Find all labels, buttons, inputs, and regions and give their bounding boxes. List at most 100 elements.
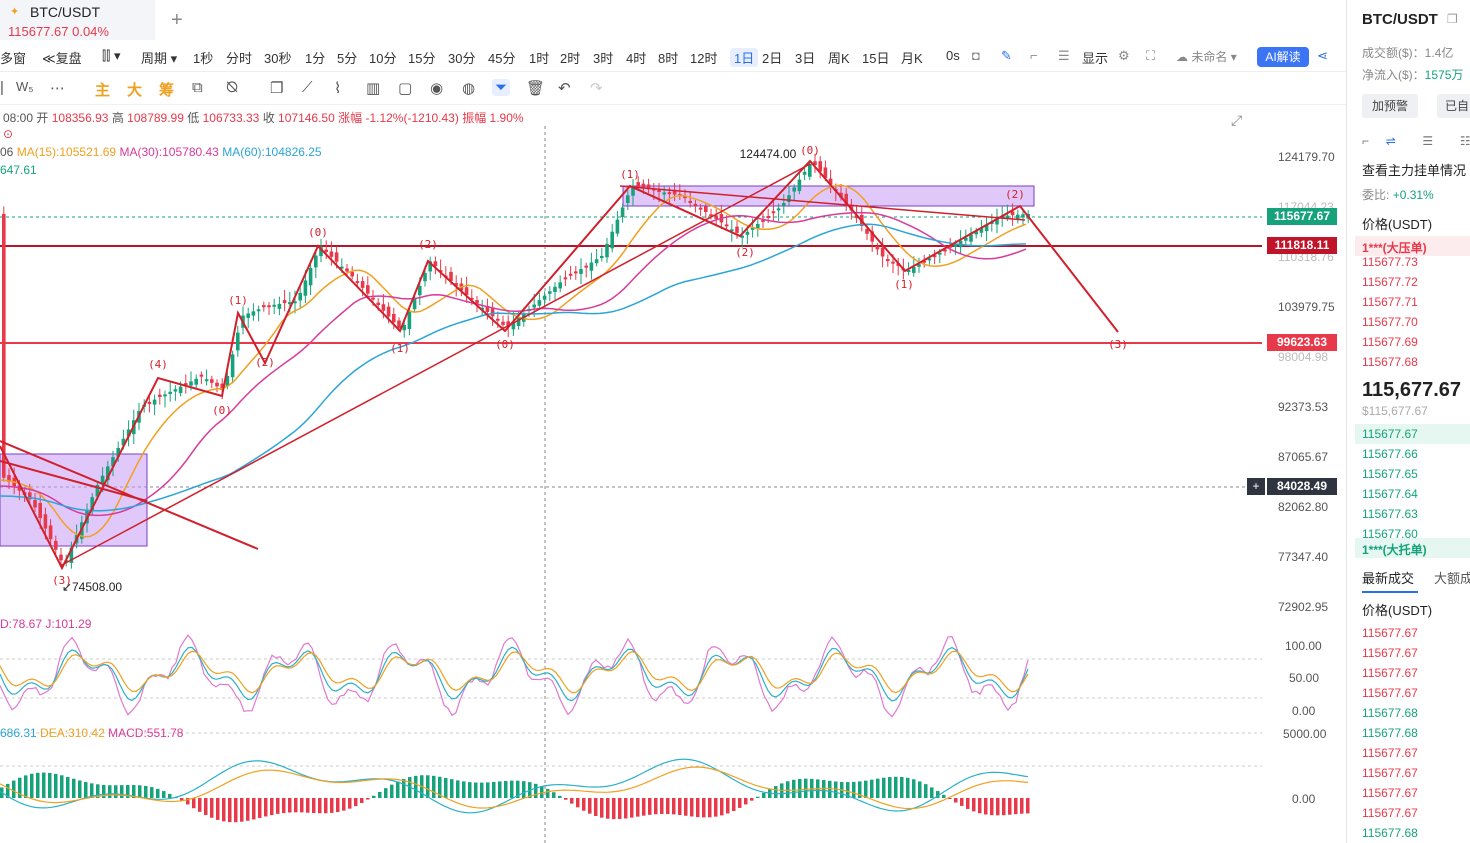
candle-body bbox=[381, 304, 386, 311]
interval-30秒[interactable]: 30秒 bbox=[264, 48, 291, 67]
add-alert-button[interactable]: 加预警 bbox=[1362, 94, 1418, 118]
lock-icon[interactable]: ▢ bbox=[398, 79, 412, 97]
big-trades-tab[interactable]: 大额成 bbox=[1434, 568, 1470, 587]
redo-icon[interactable]: ↷ bbox=[590, 79, 603, 97]
list-mode-icon[interactable]: ☰ bbox=[1422, 134, 1433, 148]
share-icon[interactable]: ⋖ bbox=[1317, 48, 1328, 64]
ask-row[interactable]: 115677.72 bbox=[1362, 275, 1418, 289]
crop-icon[interactable]: ⌐ bbox=[1030, 48, 1038, 63]
candle-body bbox=[2, 213, 6, 478]
measure-icon[interactable]: ⦰ bbox=[226, 79, 238, 96]
grid-mode-icon[interactable]: ☷ bbox=[1460, 134, 1470, 148]
wave-tool-icon[interactable]: W₅ bbox=[16, 79, 34, 94]
eye-icon[interactable]: ◉ bbox=[430, 79, 443, 97]
ai-analysis-button[interactable]: AI解读 bbox=[1257, 47, 1309, 67]
macd-bar bbox=[1002, 798, 1006, 816]
macd-bar bbox=[264, 798, 268, 817]
replay-button[interactable]: ≪复盘 bbox=[42, 48, 82, 67]
done-button[interactable]: 已自 bbox=[1437, 94, 1470, 118]
line-tool-icon[interactable]: ⟋ bbox=[302, 79, 313, 96]
fullscreen-icon[interactable]: ⛶ bbox=[1146, 48, 1155, 64]
ratio-tool-icon[interactable]: ⧉ bbox=[192, 79, 203, 96]
interval-3时[interactable]: 3时 bbox=[593, 48, 613, 67]
interval-月K[interactable]: 月K bbox=[901, 48, 923, 67]
chart-area[interactable]: (3) (4) (0) (1) (2) (0) (1) (2) (0) (1) (2) (0) (1) (… bbox=[0, 106, 1346, 843]
more-icon[interactable]: ⋯ bbox=[50, 79, 65, 97]
interval-1分[interactable]: 1分 bbox=[305, 48, 325, 67]
interval-1时[interactable]: 1时 bbox=[529, 48, 549, 67]
refresh-interval[interactable]: 0s bbox=[946, 48, 960, 63]
interval-4时[interactable]: 4时 bbox=[626, 48, 646, 67]
bid-row[interactable]: 115677.66 bbox=[1362, 447, 1418, 461]
candle-body bbox=[568, 273, 573, 276]
settings-icon[interactable]: ⚙ bbox=[1118, 48, 1130, 64]
macd-bar bbox=[66, 776, 70, 798]
magnet-icon[interactable]: ◍ bbox=[462, 79, 475, 97]
bid-row[interactable]: 115677.67 bbox=[1362, 427, 1418, 441]
camera-icon[interactable]: ◘ bbox=[972, 48, 980, 63]
period-dropdown[interactable]: 周期 ▾ bbox=[141, 48, 177, 67]
ask-row[interactable]: 115677.73 bbox=[1362, 255, 1418, 269]
copy-icon[interactable]: ❐ bbox=[270, 79, 283, 97]
candle-body bbox=[969, 234, 973, 242]
expand-icon[interactable]: ⤢ bbox=[1231, 112, 1242, 129]
interval-2日[interactable]: 2日 bbox=[762, 48, 782, 67]
multi-window-button[interactable]: 多窗 bbox=[0, 48, 26, 67]
star-icon[interactable]: ✦ bbox=[10, 5, 19, 18]
interval-30分[interactable]: 30分 bbox=[448, 48, 475, 67]
add-tab-button[interactable]: + bbox=[171, 9, 183, 32]
ask-row[interactable]: 115677.71 bbox=[1362, 295, 1418, 309]
macd-bar bbox=[378, 791, 382, 798]
interval-5分[interactable]: 5分 bbox=[337, 48, 357, 67]
interval-10分[interactable]: 10分 bbox=[369, 48, 396, 67]
interval-45分[interactable]: 45分 bbox=[488, 48, 515, 67]
bid-row[interactable]: 115677.65 bbox=[1362, 467, 1418, 481]
draw-pen-icon[interactable]: ✎ bbox=[1001, 48, 1012, 64]
interval-1日[interactable]: 1日 bbox=[730, 48, 759, 67]
interval-1秒[interactable]: 1秒 bbox=[193, 48, 213, 67]
bid-row[interactable]: 115677.64 bbox=[1362, 487, 1418, 501]
interval-15日[interactable]: 15日 bbox=[862, 48, 889, 67]
trades-tab[interactable]: 最新成交 bbox=[1362, 568, 1414, 587]
layout-dropdown[interactable]: ☁ 未命名 ▾ bbox=[1176, 48, 1237, 65]
copy-icon[interactable]: ❐ bbox=[1447, 12, 1458, 26]
big-order-toggle[interactable]: 大 bbox=[127, 79, 142, 100]
macd-bar bbox=[870, 779, 874, 798]
interval-周K[interactable]: 周K bbox=[828, 48, 850, 67]
bars-tool-icon[interactable]: ▥ bbox=[366, 79, 380, 97]
interval-15分[interactable]: 15分 bbox=[408, 48, 435, 67]
cursor-icon[interactable]: | bbox=[0, 79, 4, 96]
filter-icon[interactable]: ⏷ bbox=[492, 79, 511, 96]
bid-row[interactable]: 115677.63 bbox=[1362, 507, 1418, 521]
candle-body bbox=[314, 255, 318, 268]
ask-row[interactable]: 115677.68 bbox=[1362, 355, 1418, 369]
alert-mark-icon[interactable]: ⊙ bbox=[3, 127, 13, 141]
both-mode-icon[interactable]: ⇌ bbox=[1386, 134, 1396, 148]
candle-body bbox=[210, 379, 214, 383]
orderbook-mode-icons[interactable]: ⌐ ⇌ ☰ ☷ bbox=[1362, 134, 1470, 148]
undo-icon[interactable]: ↶ bbox=[558, 79, 571, 97]
single-mode-icon[interactable]: ⌐ bbox=[1362, 134, 1369, 148]
tab-btc-usdt[interactable]: ✦ BTC/USDT 115677.67 0.04% bbox=[0, 0, 155, 42]
candle-body bbox=[371, 297, 375, 300]
orderbook-link[interactable]: 查看主力挂单情况 bbox=[1362, 160, 1466, 179]
interval-12时[interactable]: 12时 bbox=[690, 48, 717, 67]
price-chart[interactable]: (3) (4) (0) (1) (2) (0) (1) (2) (0) (1) (2) (0) (1) (… bbox=[0, 106, 1346, 843]
trash-icon[interactable]: 🗑 bbox=[526, 79, 545, 97]
ask-row[interactable]: 115677.70 bbox=[1362, 315, 1418, 329]
last-price: 115,677.67 bbox=[1362, 379, 1461, 401]
interval-分时[interactable]: 分时 bbox=[226, 48, 252, 67]
chart-type-button[interactable]: ⫿⫿ ▾ bbox=[102, 48, 120, 64]
macd-dea-line bbox=[0, 766, 1029, 810]
list-icon[interactable]: ☰ bbox=[1058, 48, 1070, 64]
add-alert-icon[interactable]: + bbox=[1247, 478, 1265, 495]
brush-icon[interactable]: ⌇ bbox=[334, 79, 341, 97]
interval-8时[interactable]: 8时 bbox=[658, 48, 678, 67]
interval-2时[interactable]: 2时 bbox=[560, 48, 580, 67]
candle-body bbox=[277, 303, 282, 309]
display-button[interactable]: 显示 bbox=[1082, 48, 1108, 67]
main-force-toggle[interactable]: 主 bbox=[95, 79, 110, 100]
interval-3日[interactable]: 3日 bbox=[795, 48, 815, 67]
chip-toggle[interactable]: 筹 bbox=[159, 79, 174, 100]
ask-row[interactable]: 115677.69 bbox=[1362, 335, 1418, 349]
